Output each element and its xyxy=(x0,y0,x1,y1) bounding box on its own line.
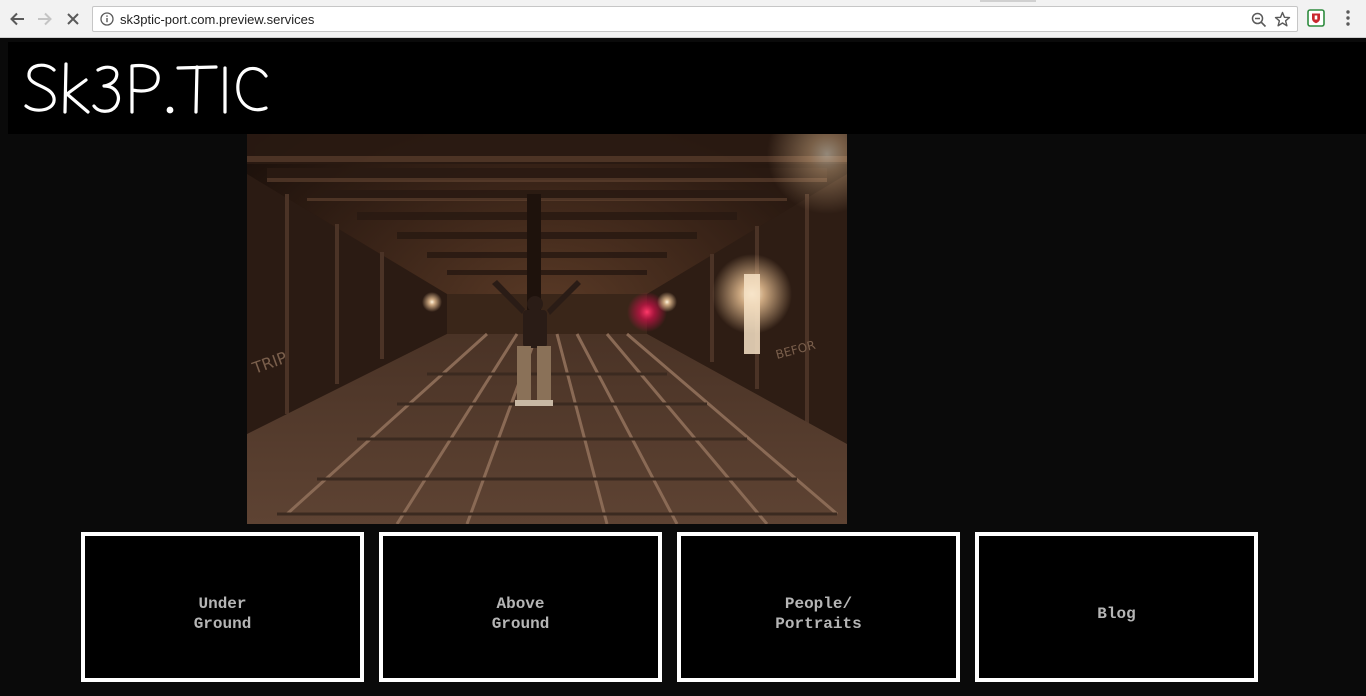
arrow-right-icon xyxy=(38,12,52,26)
shield-extension-icon[interactable] xyxy=(1307,9,1325,27)
nav-tiles: Under Ground Above Ground People/ Portra… xyxy=(0,532,1366,682)
tile-label[interactable]: People/ Portraits xyxy=(775,594,861,634)
url-text[interactable]: sk3ptic-port.com.preview.services xyxy=(120,12,314,27)
browser-toolbar: sk3ptic-port.com.preview.services xyxy=(0,0,1366,38)
site-header xyxy=(8,42,1366,134)
tile-blog[interactable]: Blog xyxy=(975,532,1258,682)
arrow-left-icon xyxy=(10,12,24,26)
tile-label[interactable]: Above Ground xyxy=(492,594,550,634)
tile-under-ground[interactable]: Under Ground xyxy=(81,532,364,682)
zoom-out-icon[interactable] xyxy=(1251,12,1267,28)
tile-label[interactable]: Under Ground xyxy=(194,594,252,634)
info-icon[interactable] xyxy=(100,12,114,26)
close-icon xyxy=(67,13,79,25)
tab-strip-edge xyxy=(980,0,1036,2)
page-content: TRIP BEFOR Under Ground Above Ground Peo… xyxy=(0,38,1366,696)
tile-label[interactable]: Blog xyxy=(1097,604,1135,624)
star-icon[interactable] xyxy=(1274,11,1291,28)
stop-button[interactable] xyxy=(62,8,84,30)
address-bar[interactable]: sk3ptic-port.com.preview.services xyxy=(92,6,1298,32)
tile-above-ground[interactable]: Above Ground xyxy=(379,532,662,682)
back-button[interactable] xyxy=(6,8,28,30)
hero-image: TRIP BEFOR xyxy=(247,134,847,524)
subway-tunnel-photo: TRIP BEFOR xyxy=(247,134,847,524)
vertical-dots-icon[interactable] xyxy=(1343,9,1353,27)
tile-people-portraits[interactable]: People/ Portraits xyxy=(677,532,960,682)
site-logo[interactable] xyxy=(20,52,270,122)
forward-button[interactable] xyxy=(34,8,56,30)
